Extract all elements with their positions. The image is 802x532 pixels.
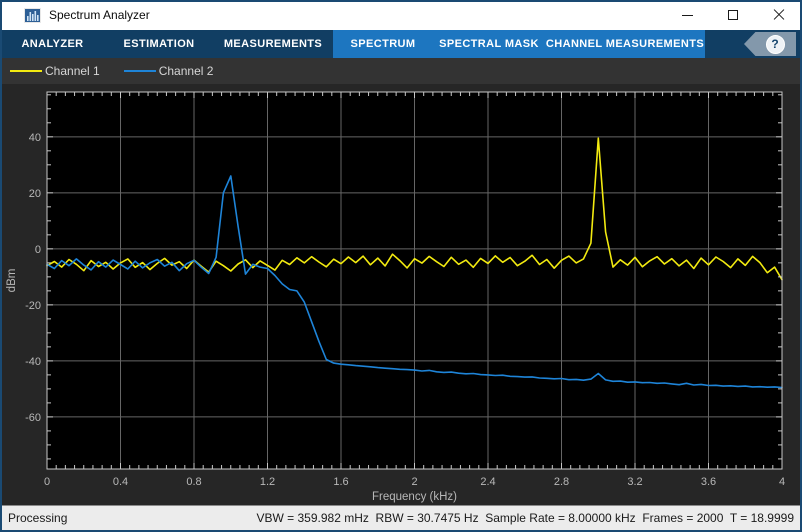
minimize-icon [681,14,693,16]
window-controls [664,0,802,30]
x-tick-label: 3.2 [627,476,642,488]
legend-label: Channel 2 [158,64,214,78]
close-button[interactable] [756,0,802,30]
title-bar: Spectrum Analyzer [0,0,802,30]
x-tick-label: 4 [779,476,785,488]
status-bar: Processing VBW = 359.982 mHz RBW = 30.74… [0,505,802,532]
active-tab-group: SPECTRUM SPECTRAL MASK CHANNEL MEASUREME… [333,30,705,58]
x-tick-label: 2 [411,476,417,488]
legend-item-channel-1[interactable]: Channel 1 [10,64,100,78]
x-tick-label: 0.8 [186,476,201,488]
y-tick-label: 40 [29,132,41,144]
maximize-button[interactable] [710,0,756,30]
spectrum-plot[interactable]: 40 20 0 -20 -40 -60 0 0.4 0.8 1.2 1.6 2 2.4 2.8 3.2 3.6… [0,84,802,505]
window-title: Spectrum Analyzer [49,8,150,22]
tab-channel-measurements[interactable]: CHANNEL MEASUREMENTS [545,30,705,58]
minimize-button[interactable] [664,0,710,30]
legend-label: Channel 1 [45,64,100,78]
x-tick-label: 2.4 [480,476,495,488]
status-message: Processing [8,511,68,525]
tab-spectrum[interactable]: SPECTRUM [333,30,433,58]
x-axis-label: Frequency (kHz) [372,491,457,503]
tab-analyzer[interactable]: ANALYZER [0,30,105,58]
question-mark-icon: ? [771,37,779,51]
y-axis-label: dBm [6,269,18,293]
y-tick-label: 20 [29,188,41,200]
maximize-icon [728,10,738,20]
spectrum-analyzer-window: Spectrum Analyzer ANALYZER ESTIMATION ME… [0,0,802,532]
legend-item-channel-2[interactable]: Channel 2 [123,64,214,78]
plot-panel: 40 20 0 -20 -40 -60 0 0.4 0.8 1.2 1.6 2 2.4 2.8 3.2 3.6… [0,84,802,505]
x-tick-label: 3.6 [701,476,716,488]
help-button[interactable]: ? [765,34,785,54]
x-tick-label: 0.4 [113,476,128,488]
x-tick-label: 2.8 [554,476,569,488]
y-tick-label: -40 [25,356,41,368]
y-tick-label: 0 [35,244,41,256]
tab-spectral-mask[interactable]: SPECTRAL MASK [433,30,545,58]
tab-estimation[interactable]: ESTIMATION [105,30,213,58]
help-tag: ? [744,32,796,56]
x-tick-label: 0 [44,476,50,488]
close-icon [773,9,785,21]
y-tick-label: -20 [25,300,41,312]
status-measurements: VBW = 359.982 mHz RBW = 30.7475 Hz Sampl… [256,511,794,525]
toolstrip: ANALYZER ESTIMATION MEASUREMENTS SPECTRU… [0,30,802,58]
x-tick-label: 1.2 [260,476,275,488]
x-tick-label: 1.6 [333,476,348,488]
app-icon [24,7,41,23]
y-tick-label: -60 [25,412,41,424]
channel-1-line-swatch [10,70,42,72]
legend-bar: Channel 1 Channel 2 [0,58,802,84]
channel-2-line-swatch [123,70,156,72]
tab-measurements[interactable]: MEASUREMENTS [213,30,333,58]
